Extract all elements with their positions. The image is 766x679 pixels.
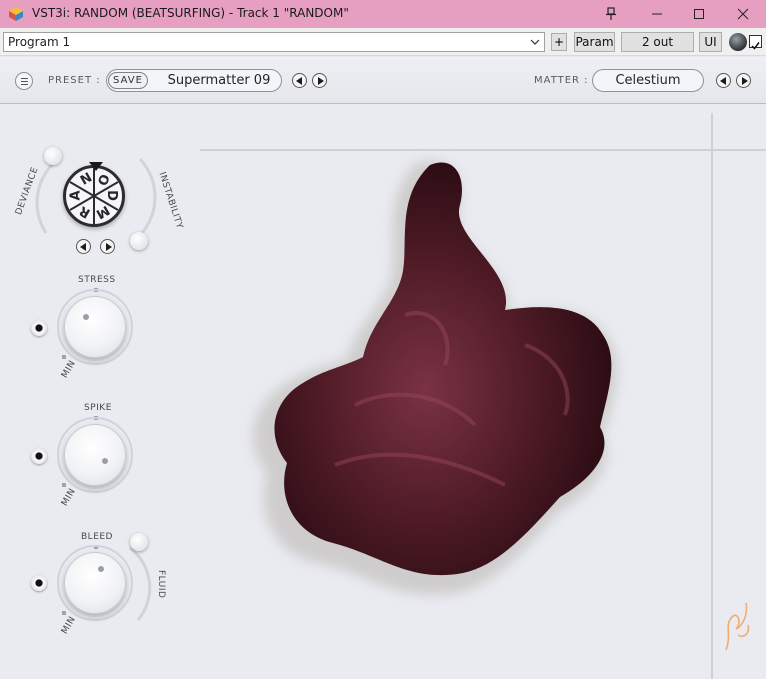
ui-button[interactable]: UI (699, 32, 722, 52)
matter-label: MATTER : (534, 75, 589, 86)
window-title: VST3i: RANDOM (BEATSURFING) - Track 1 "R… (32, 6, 349, 20)
knob-indicator (98, 566, 104, 572)
preset-label: PRESET : (48, 75, 101, 86)
knob-indicator (83, 314, 89, 320)
plugin-header: PRESET : SAVE Supermatter 09 MATTER : Ce… (0, 57, 766, 104)
plugin-main-area: DEVIANCE INSTABILITY O D M R A N STRESS … (0, 105, 766, 679)
guide-line-vertical (711, 113, 713, 679)
bleed-min-label: MIN (60, 614, 78, 636)
maximize-icon (694, 9, 704, 19)
deviance-slider-handle[interactable] (44, 147, 62, 165)
stress-label: STRESS (78, 275, 116, 285)
hamburger-line (21, 81, 28, 82)
stress-min-tick (62, 355, 66, 359)
hamburger-menu-icon (21, 78, 28, 79)
matter-visualization[interactable] (205, 145, 645, 605)
program-select-value: Program 1 (8, 35, 71, 49)
spike-toggle[interactable] (31, 448, 47, 464)
wheel-letter: D (103, 190, 119, 201)
knob-indicator (102, 458, 108, 464)
save-button[interactable]: SAVE (108, 72, 148, 89)
pin-button[interactable] (588, 0, 634, 28)
bypass-checkbox[interactable] (749, 35, 762, 50)
bleed-knob[interactable] (64, 552, 126, 614)
app-logo-icon (9, 7, 23, 21)
wheel-letter: A (68, 190, 84, 201)
host-toolbar: Program 1 + Param 2 out UI (0, 28, 766, 56)
preset-name: Supermatter 09 (167, 73, 271, 88)
instability-slider-handle[interactable] (130, 232, 148, 250)
minimize-button[interactable] (634, 0, 680, 28)
preset-next-button[interactable] (312, 73, 327, 88)
fluid-label: FLUID (156, 570, 166, 599)
stress-knob[interactable] (64, 296, 126, 358)
close-button[interactable] (720, 0, 766, 28)
checkmark-icon (751, 42, 760, 50)
matter-field[interactable]: Celestium (592, 69, 704, 92)
fluid-slider-handle[interactable] (130, 533, 148, 551)
chevron-down-icon (530, 39, 540, 45)
spike-min-tick (62, 483, 66, 487)
menu-button[interactable] (15, 72, 33, 90)
bleed-toggle[interactable] (31, 575, 47, 591)
param-button[interactable]: Param (574, 32, 615, 52)
program-select[interactable]: Program 1 (3, 32, 545, 52)
hamburger-line (21, 84, 28, 85)
maximize-button[interactable] (676, 0, 722, 28)
stress-toggle[interactable] (31, 320, 47, 336)
outputs-button[interactable]: 2 out (621, 32, 694, 52)
stress-min-label: MIN (60, 358, 78, 380)
wheel-next-button[interactable] (100, 239, 115, 254)
pin-icon (606, 7, 616, 20)
wheel-prev-button[interactable] (76, 239, 91, 254)
preset-prev-button[interactable] (292, 73, 307, 88)
spike-min-label: MIN (60, 486, 78, 508)
close-icon (737, 8, 749, 20)
host-volume-knob[interactable] (729, 33, 747, 51)
signature-logo-icon (725, 602, 750, 651)
random-wheel[interactable]: O D M R A N (63, 165, 125, 227)
spike-knob[interactable] (64, 424, 126, 486)
bleed-min-tick (62, 611, 66, 615)
matter-prev-button[interactable] (716, 73, 731, 88)
bleed-label: BLEED (81, 532, 113, 542)
add-program-button[interactable]: + (551, 33, 567, 51)
spike-label: SPIKE (84, 403, 112, 413)
minimize-icon (652, 13, 662, 15)
matter-next-button[interactable] (736, 73, 751, 88)
wheel-pointer-icon (89, 162, 103, 171)
title-bar: VST3i: RANDOM (BEATSURFING) - Track 1 "R… (0, 0, 766, 28)
